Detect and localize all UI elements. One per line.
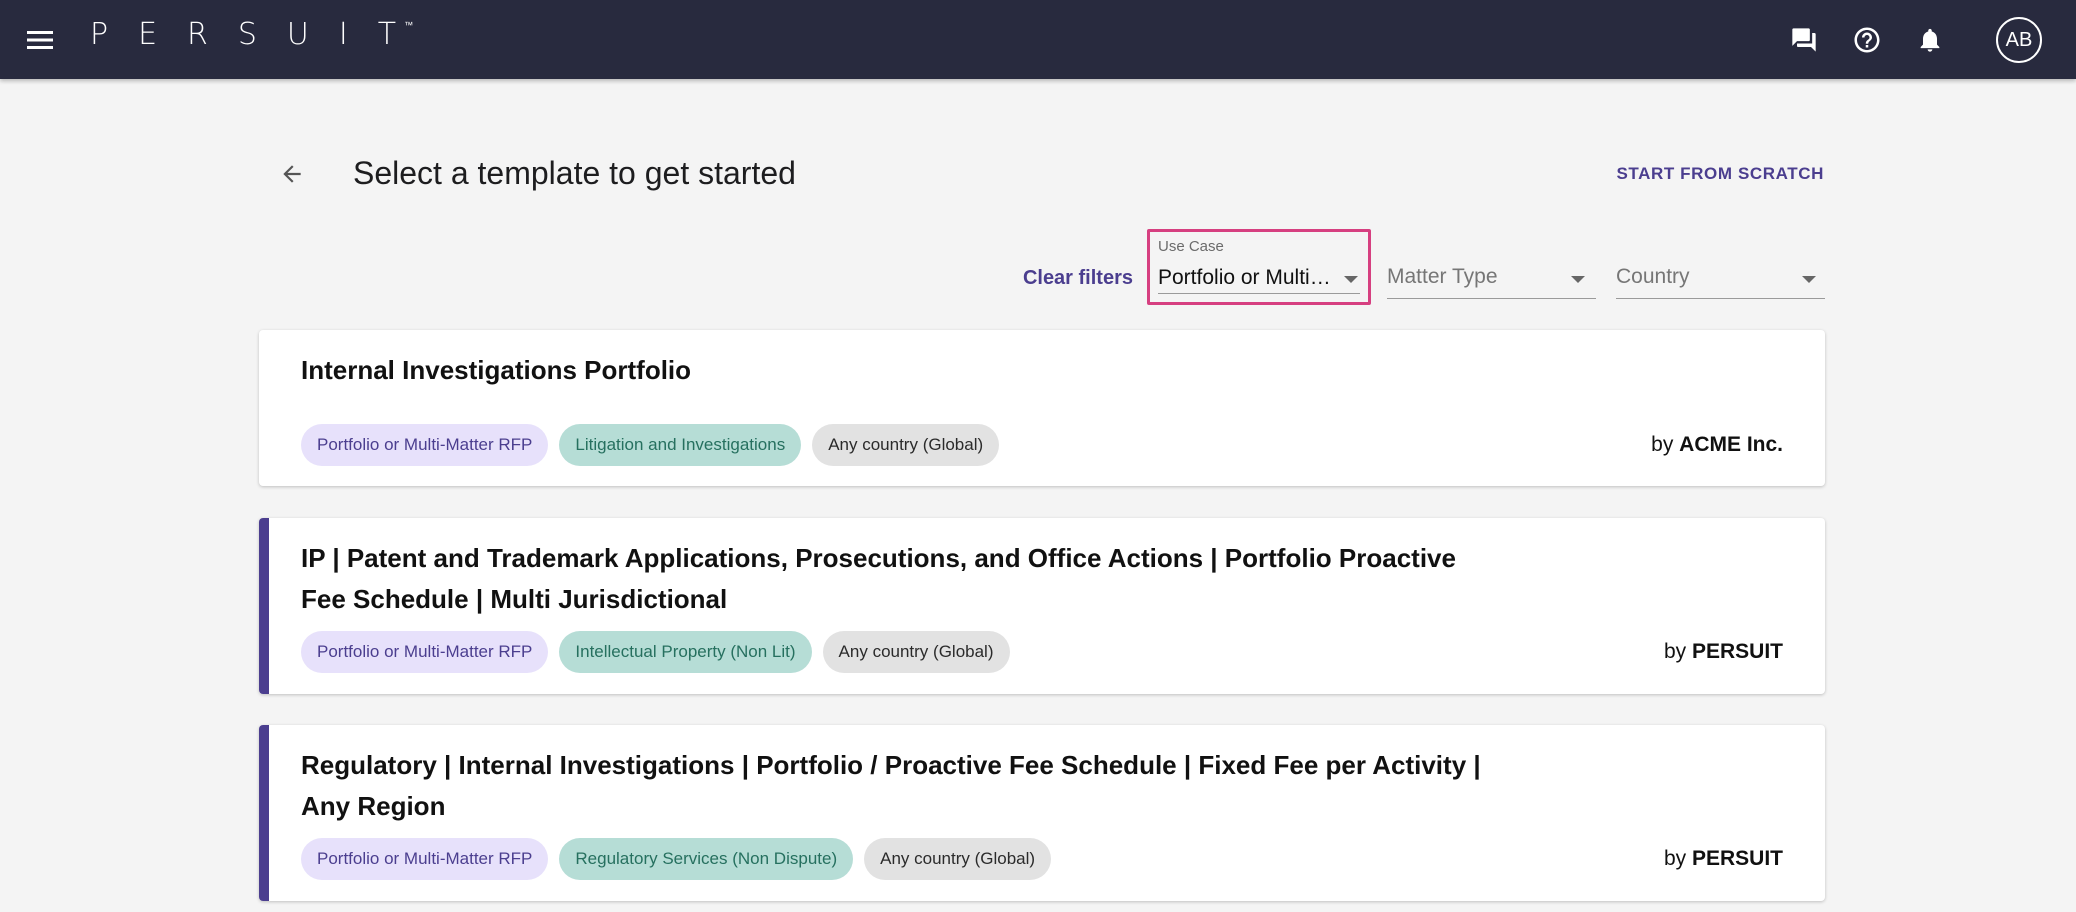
use-case-value: Portfolio or Multi… xyxy=(1158,266,1331,289)
use-case-tag: Portfolio or Multi-Matter RFP xyxy=(301,631,549,673)
template-author: by PERSUIT xyxy=(1664,640,1783,664)
country-placeholder: Country xyxy=(1616,265,1690,288)
author-prefix: by xyxy=(1663,847,1692,870)
app-bar: PERSUIT ™ AB xyxy=(0,0,2076,79)
author-name: ACME Inc. xyxy=(1679,433,1783,456)
template-tags: Portfolio or Multi-Matter RFP Regulatory… xyxy=(301,838,1052,880)
menu-icon[interactable] xyxy=(24,24,56,56)
persuit-logo[interactable]: PERSUIT ™ xyxy=(90,18,413,52)
author-prefix: by xyxy=(1663,640,1692,663)
select-underline xyxy=(1158,293,1360,294)
template-tags: Portfolio or Multi-Matter RFP Intellectu… xyxy=(301,631,1010,673)
logo-trademark: ™ xyxy=(404,20,414,30)
template-card[interactable]: Internal Investigations Portfolio Portfo… xyxy=(259,330,1825,486)
chat-icon[interactable] xyxy=(1784,20,1824,60)
user-avatar[interactable]: AB xyxy=(1996,17,2042,63)
template-title: IP | Patent and Trademark Applications, … xyxy=(301,543,1456,614)
use-case-select[interactable]: Use Case Portfolio or Multi… xyxy=(1147,229,1371,305)
chevron-down-icon xyxy=(1571,276,1585,283)
matter-type-tag: Intellectual Property (Non Lit) xyxy=(559,631,812,673)
template-author: by ACME Inc. xyxy=(1651,433,1783,457)
help-icon[interactable] xyxy=(1847,20,1887,60)
matter-type-tag: Litigation and Investigations xyxy=(559,424,802,466)
template-title: Internal Investigations Portfolio xyxy=(301,355,692,385)
template-author: by PERSUIT xyxy=(1664,847,1783,871)
template-title: Regulatory | Internal Investigations | P… xyxy=(301,750,1481,821)
clear-filters-button[interactable]: Clear filters xyxy=(1008,262,1133,294)
use-case-label: Use Case xyxy=(1158,238,1224,255)
chevron-down-icon xyxy=(1802,276,1816,283)
page-title: Select a template to get started xyxy=(353,155,796,191)
matter-type-placeholder: Matter Type xyxy=(1387,265,1498,288)
template-card[interactable]: IP | Patent and Trademark Applications, … xyxy=(259,518,1825,694)
country-tag: Any country (Global) xyxy=(864,838,1052,880)
country-tag: Any country (Global) xyxy=(822,631,1010,673)
chevron-down-icon xyxy=(1344,276,1358,283)
start-from-scratch-button[interactable]: START FROM SCRATCH xyxy=(1600,158,1824,190)
use-case-tag: Portfolio or Multi-Matter RFP xyxy=(301,424,549,466)
country-select[interactable]: Country xyxy=(1616,262,1825,299)
logo-text: PERSUIT xyxy=(90,17,427,52)
author-name: PERSUIT xyxy=(1691,847,1783,870)
template-card[interactable]: Regulatory | Internal Investigations | P… xyxy=(259,725,1825,901)
author-name: PERSUIT xyxy=(1691,640,1783,663)
matter-type-select[interactable]: Matter Type xyxy=(1387,262,1596,299)
back-arrow-icon[interactable] xyxy=(272,154,312,194)
country-tag: Any country (Global) xyxy=(812,424,1000,466)
author-prefix: by xyxy=(1651,433,1680,456)
matter-type-tag: Regulatory Services (Non Dispute) xyxy=(559,838,854,880)
use-case-tag: Portfolio or Multi-Matter RFP xyxy=(301,838,549,880)
notifications-bell-icon[interactable] xyxy=(1910,20,1950,60)
template-tags: Portfolio or Multi-Matter RFP Litigation… xyxy=(301,424,1000,466)
